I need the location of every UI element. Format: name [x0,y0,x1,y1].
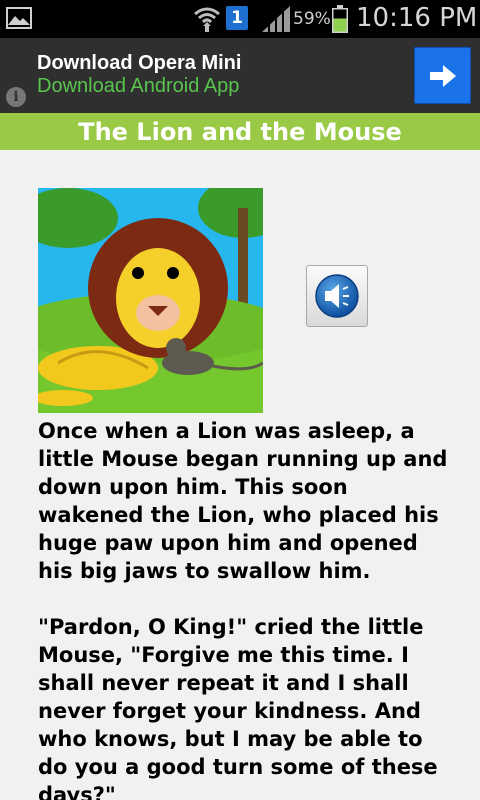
lion-mouse-illustration [38,188,263,413]
story-paragraph: Once when a Lion was asleep, a little Mo… [38,419,448,583]
story-content[interactable]: Once when a Lion was asleep, a little Mo… [0,150,480,800]
story-text: Once when a Lion was asleep, a little Mo… [38,417,458,800]
clock: 10:16 PM [356,3,478,33]
story-paragraph: "Pardon, O King!" cried the little Mouse… [38,615,438,800]
ad-download-button[interactable] [414,47,471,104]
play-audio-button[interactable] [306,265,368,327]
ad-subtitle[interactable]: Download Android App [37,75,239,98]
speaker-icon [315,274,359,318]
status-bar: 1 59% 10:16 PM [0,0,480,38]
page-title: The Lion and the Mouse [78,118,402,146]
gallery-icon [6,7,32,29]
ad-info-icon[interactable]: i [6,87,26,107]
arrow-right-icon [429,64,456,87]
battery-percent: 59% [293,9,331,29]
battery-icon [332,5,348,33]
notification-icon: 1 [226,6,248,30]
ad-title[interactable]: Download Opera Mini [37,52,241,75]
wifi-icon [194,7,220,32]
signal-icon [262,6,290,32]
title-bar: The Lion and the Mouse [0,113,480,150]
